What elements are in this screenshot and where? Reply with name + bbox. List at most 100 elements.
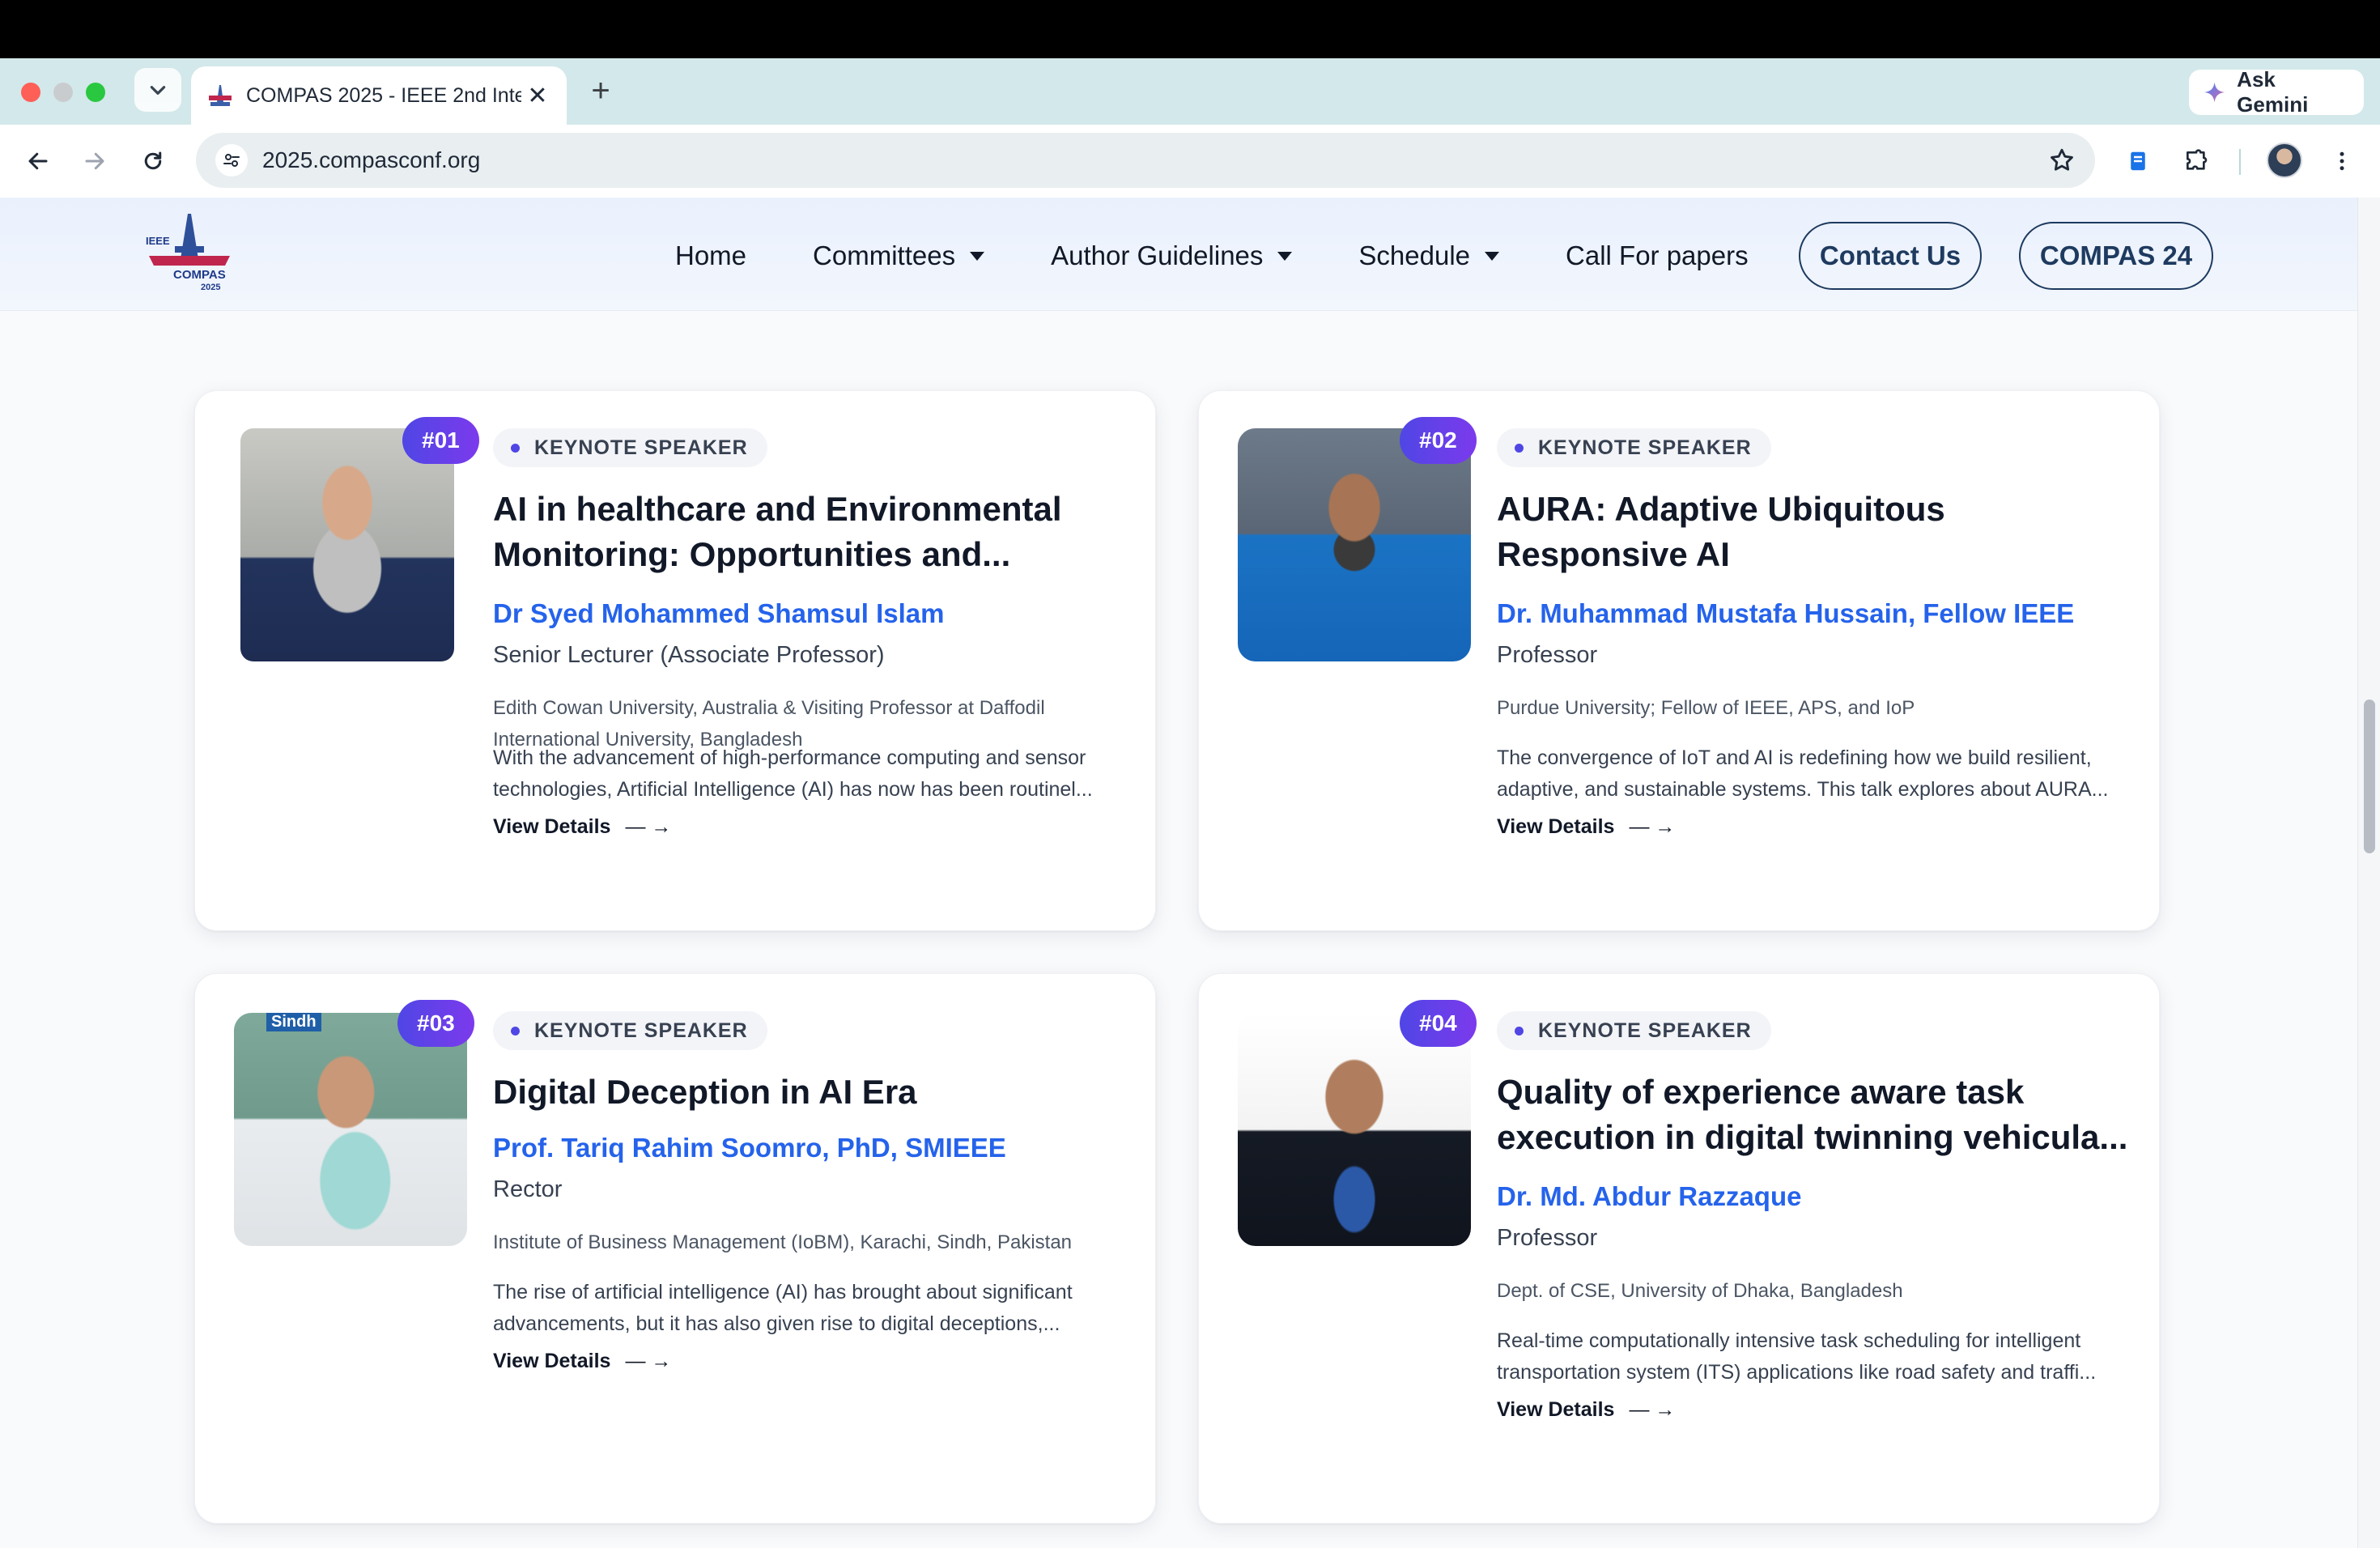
dot-icon [511, 1026, 520, 1036]
view-details-link[interactable]: View Details — → [493, 1350, 671, 1373]
contact-us-label: Contact Us [1819, 240, 1961, 270]
talk-title: Digital Deception in AI Era [493, 1073, 917, 1111]
badge-label: #01 [422, 427, 460, 453]
talk-title: Quality of experience aware task executi… [1497, 1073, 2128, 1156]
view-details-label: View Details [1497, 1398, 1615, 1421]
contact-us-button[interactable]: Contact Us [1799, 222, 1982, 290]
reading-mode-button[interactable] [2118, 141, 2158, 181]
arrow-right-icon: — → [625, 815, 672, 838]
browser-toolbar: 2025.compasconf.org [0, 125, 2380, 198]
talk-description: The rise of artificial intelligence (AI)… [493, 1281, 1073, 1335]
speaker-affiliation: Institute of Business Management (IoBM),… [493, 1231, 1073, 1253]
web-page: IEEE COMPAS 2025 Home Committees Author … [0, 198, 2380, 1548]
tab-search-button[interactable] [134, 68, 181, 112]
address-bar[interactable]: 2025.compasconf.org [196, 133, 2095, 188]
talk-description: Real-time computationally intensive task… [1497, 1329, 2097, 1384]
bookmark-star-icon[interactable] [2048, 147, 2076, 174]
photo-watermark-text: Sindh [266, 1013, 321, 1031]
document-icon [2131, 151, 2145, 171]
speaker-rank-badge: #02 [1400, 417, 1477, 464]
arrow-right-icon: — → [625, 1350, 672, 1372]
minimize-window-button[interactable] [53, 83, 73, 102]
page-scrollbar[interactable] [2357, 198, 2380, 1548]
svg-text:IEEE: IEEE [146, 235, 170, 247]
profile-avatar[interactable] [2267, 142, 2302, 178]
extensions-button[interactable] [2176, 141, 2216, 181]
speaker-photo [1238, 1013, 1471, 1246]
extensions-icon [2187, 149, 2208, 170]
keynote-tag: KEYNOTE SPEAKER [493, 428, 767, 467]
browser-menu-button[interactable] [2322, 141, 2362, 181]
speaker-rank-badge: #04 [1400, 1000, 1477, 1047]
tag-label: KEYNOTE SPEAKER [534, 1019, 748, 1042]
nav-committees-label: Committees [813, 240, 956, 270]
speaker-card: #01 KEYNOTE SPEAKER AI in healthcare and… [194, 390, 1156, 931]
dot-icon [1515, 1026, 1524, 1036]
speaker-name[interactable]: Dr Syed Mohammed Shamsul Islam [493, 598, 945, 629]
speaker-role: Professor [1497, 1225, 1598, 1251]
screen-top-bar [0, 0, 2380, 58]
back-button[interactable] [18, 141, 58, 181]
maximize-window-button[interactable] [86, 83, 105, 102]
nav-committees[interactable]: Committees [813, 240, 985, 271]
nav-call-for-papers[interactable]: Call For papers [1566, 240, 1749, 271]
compas24-label: COMPAS 24 [2039, 240, 2193, 270]
tag-label: KEYNOTE SPEAKER [534, 436, 748, 459]
browser-tab-active[interactable]: COMPAS 2025 - IEEE 2nd Inte ✕ [191, 66, 567, 125]
talk-title: AURA: Adaptive Ubiquitous Responsive AI [1497, 490, 1945, 573]
speaker-rank-badge: #01 [402, 417, 479, 464]
tab-close-icon[interactable]: ✕ [525, 82, 550, 110]
arrow-right-icon: — → [1629, 815, 1676, 838]
view-details-label: View Details [493, 1350, 611, 1372]
speaker-name[interactable]: Dr. Muhammad Mustafa Hussain, Fellow IEE… [1497, 598, 2074, 629]
keynote-tag: KEYNOTE SPEAKER [493, 1011, 767, 1050]
talk-title: AI in healthcare and Environmental Monit… [493, 490, 1062, 573]
nav-home-label: Home [675, 240, 747, 270]
nav-author-guidelines[interactable]: Author Guidelines [1051, 240, 1293, 271]
scrollbar-thumb[interactable] [2364, 700, 2375, 853]
reload-button[interactable] [133, 141, 173, 181]
chevron-down-icon [150, 86, 166, 95]
url-text: 2025.compasconf.org [262, 147, 481, 172]
new-tab-button[interactable]: + [583, 73, 618, 108]
view-details-link[interactable]: View Details — → [493, 815, 671, 839]
view-details-link[interactable]: View Details — → [1497, 1398, 1675, 1422]
speaker-name[interactable]: Prof. Tariq Rahim Soomro, PhD, SMIEEE [493, 1133, 1006, 1163]
more-vertical-icon [2340, 151, 2344, 171]
ask-gemini-button[interactable]: Ask Gemini [2189, 67, 2364, 117]
compas24-button[interactable]: COMPAS 24 [2019, 222, 2213, 290]
caret-down-icon [1277, 251, 1293, 261]
tag-label: KEYNOTE SPEAKER [1538, 1019, 1752, 1042]
keynote-tag: KEYNOTE SPEAKER [1497, 1011, 1771, 1050]
speaker-affiliation: Purdue University; Fellow of IEEE, APS, … [1497, 697, 1915, 719]
main-nav: Home Committees Author Guidelines Schedu… [675, 225, 1815, 287]
back-icon [28, 152, 48, 170]
caret-down-icon [970, 251, 985, 261]
forward-button[interactable] [74, 141, 115, 181]
speaker-card: Sindh #03 KEYNOTE SPEAKER Digital Decept… [194, 973, 1156, 1524]
speaker-role: Professor [1497, 642, 1598, 668]
close-window-button[interactable] [21, 83, 40, 102]
arrow-right-icon: — → [1629, 1398, 1676, 1421]
view-details-label: View Details [1497, 815, 1615, 838]
badge-label: #04 [1419, 1010, 1457, 1036]
speaker-role: Senior Lecturer (Associate Professor) [493, 642, 885, 668]
dot-icon [511, 443, 520, 453]
speaker-affiliation: Dept. of CSE, University of Dhaka, Bangl… [1497, 1280, 1903, 1302]
site-info-icon[interactable] [215, 144, 248, 176]
keynote-tag: KEYNOTE SPEAKER [1497, 428, 1771, 467]
speaker-card: #02 KEYNOTE SPEAKER AURA: Adaptive Ubiqu… [1198, 390, 2160, 931]
compas-logo[interactable]: IEEE COMPAS 2025 [142, 214, 236, 295]
ask-gemini-label: Ask Gemini [2237, 67, 2309, 117]
nav-schedule-label: Schedule [1358, 240, 1471, 270]
speaker-name[interactable]: Dr. Md. Abdur Razzaque [1497, 1181, 1801, 1212]
gemini-sparkle-icon [2204, 82, 2225, 103]
speaker-card: #04 KEYNOTE SPEAKER Quality of experienc… [1198, 973, 2160, 1524]
view-details-link[interactable]: View Details — → [1497, 815, 1675, 839]
badge-label: #02 [1419, 427, 1457, 453]
nav-home[interactable]: Home [675, 240, 746, 271]
nav-schedule[interactable]: Schedule [1358, 240, 1500, 271]
forward-icon [85, 152, 104, 170]
site-header: IEEE COMPAS 2025 Home Committees Author … [0, 198, 2357, 311]
nav-call-for-papers-label: Call For papers [1566, 240, 1749, 270]
